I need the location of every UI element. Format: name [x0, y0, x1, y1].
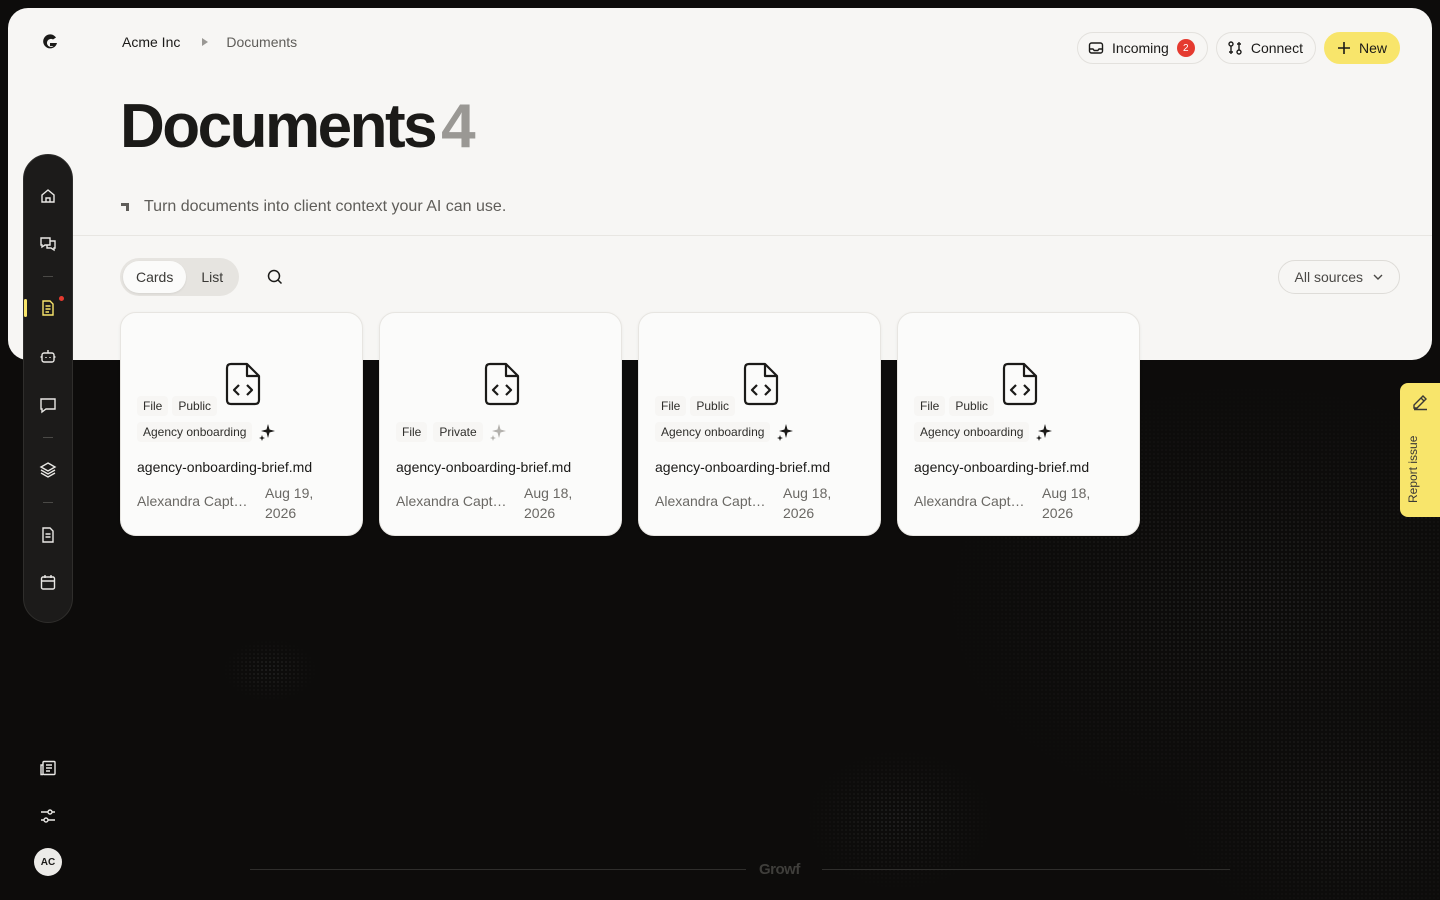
home-icon [41, 189, 55, 203]
page-title-text: Documents [120, 92, 438, 161]
news-icon[interactable] [39, 759, 57, 777]
visibility-tag: Public [690, 396, 736, 416]
inbox-icon [1088, 40, 1104, 56]
category-tag: Agency onboarding [655, 422, 771, 442]
sidebar-item-messages[interactable] [39, 396, 57, 414]
sources-filter[interactable]: All sources [1277, 260, 1400, 294]
page-title: Documents4 [120, 92, 476, 162]
incoming-label: Incoming [1112, 40, 1169, 56]
sidebar-divider [43, 437, 53, 438]
subtitle-text: Turn documents into client context your … [144, 198, 507, 215]
sidebar-item-home[interactable] [39, 187, 57, 205]
message-icon [40, 398, 56, 414]
sidebar-nav [23, 154, 73, 623]
sidebar-item-files[interactable] [39, 526, 57, 544]
plus-icon [1337, 41, 1351, 55]
document-name: agency-onboarding-brief.md [914, 459, 1090, 475]
footer-divider-right [822, 869, 1230, 870]
header-divider [66, 235, 1432, 236]
type-tag: File [914, 396, 946, 416]
sidebar-item-calendar[interactable] [39, 573, 57, 591]
code-file-icon [1000, 361, 1040, 407]
user-avatar[interactable]: AC [34, 848, 62, 876]
app-logo[interactable] [40, 32, 60, 52]
document-icon [42, 300, 54, 316]
connect-icon [1227, 40, 1243, 56]
search-icon[interactable] [264, 266, 286, 288]
document-card[interactable]: File Public Agency onboarding agency-onb… [120, 312, 363, 536]
notification-dot [59, 296, 64, 301]
sidebar-item-layers[interactable] [39, 461, 57, 479]
calendar-icon [40, 575, 56, 590]
top-actions: Incoming 2 Connect New [1077, 32, 1400, 64]
breadcrumb-page: Documents [226, 34, 298, 50]
breadcrumb-separator-icon [198, 35, 212, 49]
document-date: Aug 18, 2026 [1042, 485, 1091, 521]
view-toggle-cards[interactable]: Cards [123, 261, 187, 293]
settings-sliders-icon[interactable] [39, 807, 57, 825]
chevron-down-icon [1373, 274, 1383, 280]
incoming-count-badge: 2 [1176, 39, 1195, 57]
sidebar-item-agents[interactable] [39, 347, 57, 365]
document-author: Alexandra Captain [137, 493, 252, 509]
corner-marker-icon [120, 202, 130, 212]
chat-bubbles-icon [40, 237, 56, 252]
document-date: Aug 19, 2026 [265, 485, 314, 521]
document-card[interactable]: File Private agency-onboarding-brief.md … [379, 312, 622, 536]
visibility-tag: Public [172, 396, 218, 416]
sidebar-item-documents[interactable] [39, 299, 57, 317]
connect-button[interactable]: Connect [1215, 32, 1316, 64]
visibility-tag: Public [949, 396, 995, 416]
view-toggle-list[interactable]: List [188, 261, 236, 293]
report-issue-tab[interactable]: Report issue [1400, 383, 1440, 517]
code-file-icon [741, 361, 781, 407]
new-label: New [1358, 40, 1387, 56]
report-issue-label: Report issue [1406, 435, 1420, 503]
sidebar-active-indicator [24, 299, 27, 317]
document-card[interactable]: File Public Agency onboarding agency-onb… [638, 312, 881, 536]
sources-filter-label: All sources [1294, 269, 1363, 285]
type-tag: File [396, 422, 428, 442]
code-file-icon [223, 361, 263, 407]
breadcrumb: Acme Inc Documents [122, 34, 297, 50]
footer-divider-left [250, 869, 746, 870]
layers-icon [39, 462, 57, 478]
sparkle-icon [489, 423, 507, 441]
document-name: agency-onboarding-brief.md [137, 459, 313, 475]
category-tag: Agency onboarding [137, 422, 253, 442]
incoming-button[interactable]: Incoming 2 [1077, 32, 1208, 64]
type-tag: File [137, 396, 169, 416]
document-date: Aug 18, 2026 [524, 485, 573, 521]
breadcrumb-org[interactable]: Acme Inc [122, 34, 180, 50]
sparkle-icon [258, 423, 276, 441]
category-tag: Agency onboarding [914, 422, 1030, 442]
sidebar-divider [43, 502, 53, 503]
type-tag: File [655, 396, 687, 416]
pencil-icon [1411, 393, 1429, 411]
page-title-count: 4 [441, 92, 475, 161]
page-subtitle: Turn documents into client context your … [120, 198, 506, 216]
visibility-tag: Private [433, 422, 483, 442]
document-author: Alexandra Captain [914, 493, 1029, 509]
file-text-icon [42, 527, 54, 543]
document-cards: File Public Agency onboarding agency-onb… [120, 312, 1140, 536]
document-card[interactable]: File Public Agency onboarding agency-onb… [897, 312, 1140, 536]
document-name: agency-onboarding-brief.md [655, 459, 831, 475]
sidebar-item-conversations[interactable] [39, 235, 57, 253]
bot-icon [40, 350, 56, 363]
view-toggle: Cards List [120, 258, 240, 296]
sidebar-divider [43, 276, 53, 277]
sparkle-icon [1035, 423, 1053, 441]
document-date: Aug 18, 2026 [783, 485, 832, 521]
footer-brand: Growf [759, 861, 800, 878]
document-name: agency-onboarding-brief.md [396, 459, 572, 475]
code-file-icon [482, 361, 522, 407]
new-button[interactable]: New [1323, 32, 1400, 64]
document-author: Alexandra Captain [396, 493, 511, 509]
document-author: Alexandra Captain [655, 493, 770, 509]
sparkle-icon [776, 423, 794, 441]
connect-label: Connect [1250, 40, 1303, 56]
